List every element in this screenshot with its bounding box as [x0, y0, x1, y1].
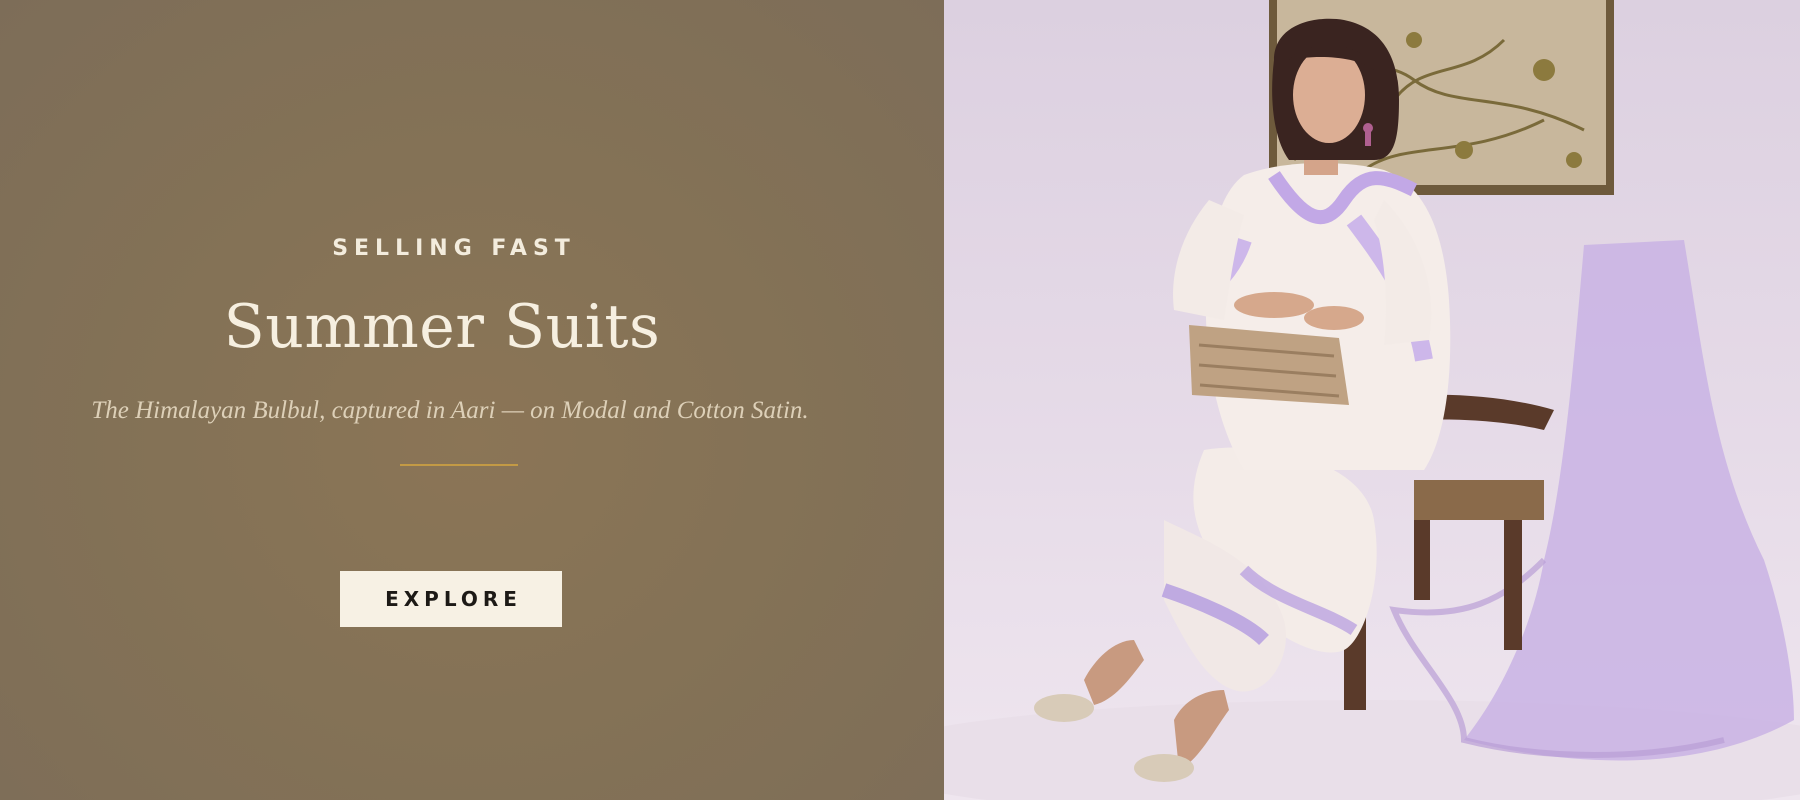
hero-subtitle: The Himalayan Bulbul, captured in Aari —… — [91, 397, 809, 424]
hero-title: Summer Suits — [223, 292, 661, 362]
hero-text-panel: SELLING FAST Summer Suits The Himalayan … — [0, 0, 944, 800]
gold-divider — [400, 464, 518, 466]
hero-banner: SELLING FAST Summer Suits The Himalayan … — [0, 0, 1800, 800]
explore-button[interactable]: EXPLORE — [340, 571, 562, 627]
eyebrow-label: SELLING FAST — [332, 236, 576, 261]
hero-image-panel[interactable] — [944, 0, 1800, 800]
model-photo-icon — [944, 0, 1800, 800]
